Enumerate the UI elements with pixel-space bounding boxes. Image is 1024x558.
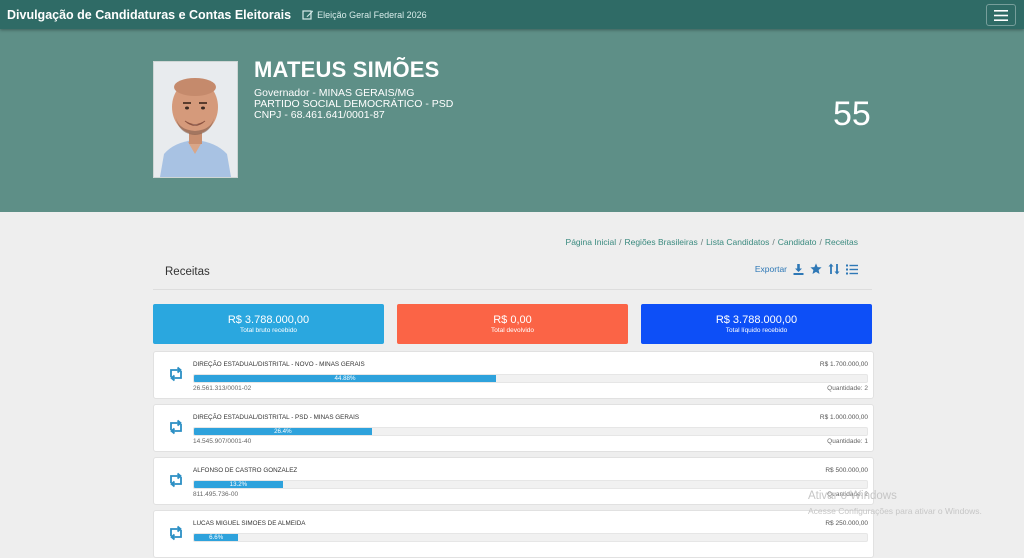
- receita-document: 14.545.907/0001-40: [193, 438, 252, 445]
- receita-card[interactable]: DIREÇÃO ESTADUAL/DISTRITAL - NOVO - MINA…: [153, 351, 874, 399]
- transfer-icon: [168, 366, 184, 387]
- receita-amount: R$ 250.000,00: [825, 520, 868, 527]
- download-icon[interactable]: [793, 263, 804, 275]
- summary-label: Total líquido recebido: [725, 327, 788, 334]
- receita-card[interactable]: DIREÇÃO ESTADUAL/DISTRITAL - PSD - MINAS…: [153, 404, 874, 452]
- transfer-icon: [168, 525, 184, 546]
- receita-document: 811.495.736-00: [193, 491, 239, 498]
- toolbar: Exportar: [755, 263, 858, 275]
- receita-quantity: Quantidade: 2: [827, 385, 868, 392]
- export-link[interactable]: Exportar: [755, 264, 787, 274]
- summary-value: R$ 3.788.000,00: [715, 314, 798, 326]
- edit-icon: [302, 9, 314, 20]
- election-link[interactable]: Eleição Geral Federal 2026: [302, 9, 427, 21]
- receita-progress-bar: 6.6%: [194, 534, 239, 541]
- breadcrumb-separator: /: [819, 237, 822, 247]
- candidate-photo: [153, 61, 238, 178]
- star-icon[interactable]: [810, 263, 822, 275]
- receita-card[interactable]: ALFONSO DE CASTRO GONZALEZ R$ 500.000,00…: [153, 457, 874, 505]
- windows-activation-title: Ativar o Windows: [808, 490, 897, 502]
- election-label: Eleição Geral Federal 2026: [317, 9, 427, 20]
- receita-document: 26.561.313/0001-02: [193, 385, 252, 392]
- receita-progress-bar: 44.88%: [194, 375, 497, 382]
- section-title: Receitas: [165, 266, 210, 278]
- breadcrumb: Página Inicial / Regiões Brasileiras / Lista…: [566, 237, 858, 247]
- summary-label: Total bruto recebido: [239, 327, 298, 334]
- summary-value: R$ 0,00: [493, 314, 532, 326]
- breadcrumb-separator: /: [772, 237, 775, 247]
- candidate-info: Governador - MINAS GERAIS/MG PARTIDO SOC…: [254, 88, 453, 121]
- receita-progress-track: 26.4%: [193, 427, 868, 436]
- receita-amount: R$ 1.700.000,00: [819, 361, 868, 368]
- receita-donor-name: LUCAS MIGUEL SIMOES DE ALMEIDA: [193, 520, 306, 527]
- candidate-header: MATEUS SIMÕES Governador - MINAS GERAIS/…: [0, 29, 1024, 212]
- breadcrumb-regions[interactable]: Regiões Brasileiras: [624, 237, 697, 247]
- candidate-cnpj: CNPJ - 68.461.641/0001-87: [254, 109, 385, 121]
- receita-card[interactable]: LUCAS MIGUEL SIMOES DE ALMEIDA R$ 250.00…: [153, 510, 874, 558]
- receita-progress-track: 44.88%: [193, 374, 868, 383]
- receita-amount: R$ 500.000,00: [825, 467, 868, 474]
- summary-label: Total devolvido: [491, 327, 534, 334]
- transfer-icon: [168, 419, 184, 440]
- summary-total-returned: R$ 0,00 Total devolvido: [397, 304, 628, 344]
- breadcrumb-separator: /: [700, 237, 704, 247]
- summary-value: R$ 3.788.000,00: [227, 314, 310, 326]
- receita-progress-bar: 26.4%: [194, 428, 372, 435]
- receita-progress-track: 13.2%: [193, 480, 868, 489]
- menu-toggle-button[interactable]: [986, 4, 1016, 26]
- breadcrumb-candidate[interactable]: Candidato: [778, 237, 817, 247]
- transfer-icon: [168, 472, 184, 493]
- app-title[interactable]: Divulgação de Candidaturas e Contas Elei…: [7, 8, 291, 22]
- breadcrumb-current: Receitas: [824, 237, 858, 247]
- receita-progress-bar: 13.2%: [194, 481, 283, 488]
- windows-activation-subtitle: Acesse Configurações para ativar o Windo…: [808, 506, 982, 516]
- summary-total-net: R$ 3.788.000,00 Total líquido recebido: [641, 304, 872, 344]
- summary-total-gross: R$ 3.788.000,00 Total bruto recebido: [153, 304, 384, 344]
- list-icon[interactable]: [846, 264, 858, 275]
- receita-progress-track: 6.6%: [193, 533, 868, 542]
- breadcrumb-separator: /: [619, 237, 622, 247]
- receita-quantity: Quantidade: 1: [827, 438, 868, 445]
- hamburger-icon: [994, 9, 1008, 21]
- sort-icon[interactable]: [828, 263, 840, 275]
- top-navbar: Divulgação de Candidaturas e Contas Elei…: [0, 0, 1024, 29]
- receita-amount: R$ 1.000.000,00: [819, 414, 868, 421]
- candidate-number: 55: [833, 95, 871, 133]
- receita-donor-name: DIREÇÃO ESTADUAL/DISTRITAL - NOVO - MINA…: [193, 361, 365, 368]
- candidate-name: MATEUS SIMÕES: [254, 57, 440, 82]
- receita-donor-name: ALFONSO DE CASTRO GONZALEZ: [193, 467, 298, 474]
- section-divider: [153, 289, 872, 290]
- breadcrumb-candidate-list[interactable]: Lista Candidatos: [706, 237, 769, 247]
- receita-donor-name: DIREÇÃO ESTADUAL/DISTRITAL - PSD - MINAS…: [193, 414, 360, 421]
- breadcrumb-home[interactable]: Página Inicial: [566, 237, 617, 247]
